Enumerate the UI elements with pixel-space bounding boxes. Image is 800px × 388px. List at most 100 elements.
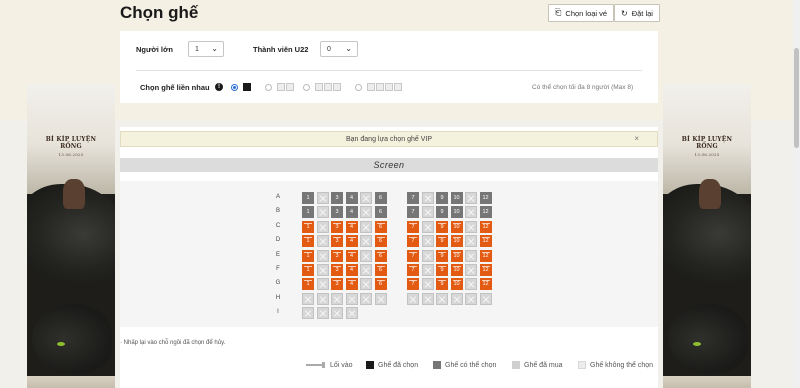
seat-g10[interactable]: 10 [450,278,463,291]
seat-c10[interactable]: 10 [450,220,463,233]
seat-a3[interactable]: 3 [331,192,343,204]
seat-e6[interactable]: 6 [374,249,387,262]
legend-entrance-label: Lối vào [330,361,353,369]
seat-d4[interactable]: 4 [345,235,358,248]
seat-e12[interactable]: 12 [479,249,492,262]
adult-select[interactable]: 1 ⌄ [188,41,224,57]
seat-b10[interactable]: 10 [450,206,463,219]
chevron-down-icon: ⌄ [345,44,352,53]
seat-a9[interactable]: 9 [436,192,448,204]
poster-dragon-eye [57,342,65,346]
u22-select[interactable]: 0 ⌄ [320,41,358,57]
seat-f12[interactable]: 12 [479,264,492,276]
seat-e10[interactable]: 10 [450,249,463,262]
seat-b4[interactable]: 4 [345,206,358,219]
seat-h11 [465,292,477,305]
seat-e8 [421,249,434,262]
seat-g1[interactable]: 1 [302,278,314,291]
seat-c6[interactable]: 6 [374,220,387,233]
legend-selected-label: Ghế đã chọn [378,361,419,369]
seat-g9[interactable]: 9 [436,278,448,291]
poster-sky-lower [663,376,751,388]
row-label-d: D [275,237,281,244]
page-scrollbar[interactable] [793,0,800,388]
seat-d1[interactable]: 1 [302,235,314,248]
filter-panel: Người lớn 1 ⌄ Thành viên U22 0 ⌄ Chọn gh… [120,31,658,103]
seat-c2 [316,220,329,233]
seat-c9[interactable]: 9 [436,220,448,233]
seat-g3[interactable]: 3 [331,278,343,291]
seat-d7[interactable]: 7 [407,235,419,248]
seat-a6[interactable]: 6 [374,192,387,204]
seat-f10[interactable]: 10 [450,264,463,276]
seat-a10[interactable]: 10 [450,192,463,204]
seat-f7[interactable]: 7 [407,264,419,276]
unavailable-swatch [578,361,586,369]
seat-a7[interactable]: 7 [407,192,419,204]
seat-a12[interactable]: 12 [479,192,492,204]
seat-d6[interactable]: 6 [374,235,387,248]
seat-c3[interactable]: 3 [331,220,343,233]
movie-poster-right[interactable]: BÍ KÍP LUYỆN RỒNG 13.06.2025 [663,84,751,388]
refresh-icon: ↻ [621,8,628,18]
seat-d12[interactable]: 12 [479,235,492,248]
seat-h10 [450,292,463,305]
seat-d10[interactable]: 10 [450,235,463,248]
reset-button[interactable]: ↻ Đặt lại [614,4,660,22]
seat-b9[interactable]: 9 [436,206,448,219]
poster-logo: BÍ KÍP LUYỆN RỒNG 13.06.2025 [35,136,107,157]
choose-ticket-button[interactable]: ⎗ Chọn loại vé [548,4,615,22]
seat-selection-panel: Bạn đang lựa chọn ghế VIP × Screen A1346… [120,127,658,388]
seat-g12[interactable]: 12 [479,278,492,291]
seat-f4[interactable]: 4 [345,264,358,276]
seat-c4[interactable]: 4 [345,220,358,233]
seat-h9 [436,292,448,305]
seat-c8 [421,220,434,233]
seat-f6[interactable]: 6 [374,264,387,276]
seat-f3[interactable]: 3 [331,264,343,276]
seat-a1[interactable]: 1 [302,192,314,204]
seat-block-icon [277,83,285,91]
seat-a4[interactable]: 4 [345,192,358,204]
seat-f1[interactable]: 1 [302,264,314,276]
seat-g4[interactable]: 4 [345,278,358,291]
movie-poster-left[interactable]: BÍ KÍP LUYỆN RỒNG 13.06.2025 [27,84,115,388]
seat-e9[interactable]: 9 [436,249,448,262]
adult-select-value: 1 [195,45,199,53]
seat-c12[interactable]: 12 [479,220,492,233]
seat-c7[interactable]: 7 [407,220,419,233]
seat-e1[interactable]: 1 [302,249,314,262]
poster-rider [699,179,721,209]
seat-g6[interactable]: 6 [374,278,387,291]
seat-b7[interactable]: 7 [407,206,419,219]
seat-i3 [331,307,343,320]
seat-e3[interactable]: 3 [331,249,343,262]
row-label-h: H [275,294,281,301]
scrollbar-thumb[interactable] [794,48,799,148]
seat-b6[interactable]: 6 [374,206,387,219]
seat-b1[interactable]: 1 [302,206,314,219]
adjacent-option-1[interactable] [231,84,238,91]
seat-d9[interactable]: 9 [436,235,448,248]
seat-f9[interactable]: 9 [436,264,448,276]
seat-c1[interactable]: 1 [302,220,314,233]
seat-f5 [360,264,372,276]
close-icon[interactable]: × [634,134,639,143]
seat-d3[interactable]: 3 [331,235,343,248]
adjacent-option-3[interactable] [303,84,310,91]
adjacent-option-4[interactable] [355,84,362,91]
info-icon[interactable]: ! [215,83,223,91]
seat-b2 [316,206,329,219]
row-label-a: A [275,194,280,200]
seat-b12[interactable]: 12 [479,206,492,219]
seat-e7[interactable]: 7 [407,249,419,262]
seat-block-icon [385,83,393,91]
seat-g7[interactable]: 7 [407,278,419,291]
seat-f11 [465,264,477,276]
seat-e4[interactable]: 4 [345,249,358,262]
seat-b3[interactable]: 3 [331,206,343,219]
legend-entrance: Lối vào [306,359,353,371]
seat-g11 [465,278,477,291]
adjacent-option-2[interactable] [265,84,272,91]
poster-logo-sub: 13.06.2025 [58,152,84,157]
